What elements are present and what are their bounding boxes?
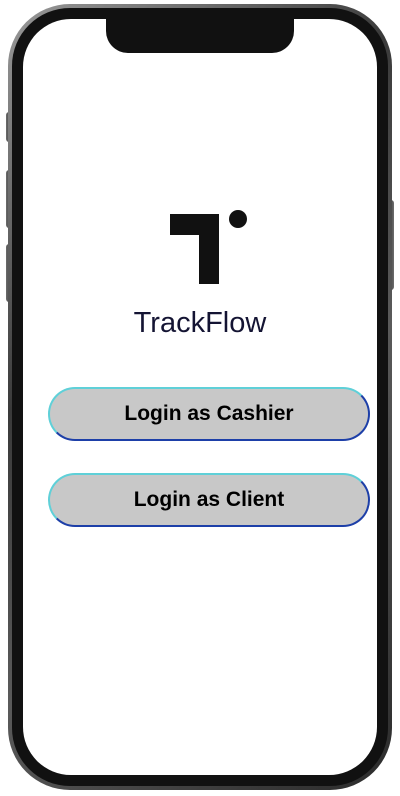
phone-frame: TrackFlow Login as Cashier Login as Clie… [8, 4, 392, 790]
trackflow-logo-icon [170, 210, 247, 284]
app-name: TrackFlow [133, 307, 267, 339]
login-as-cashier-button[interactable]: Login as Cashier [48, 387, 370, 441]
phone-screen: TrackFlow Login as Cashier Login as Clie… [23, 19, 377, 775]
device-mockup: TrackFlow Login as Cashier Login as Clie… [0, 0, 400, 796]
phone-notch [106, 19, 294, 53]
phone-bezel: TrackFlow Login as Cashier Login as Clie… [12, 8, 388, 786]
login-as-client-button[interactable]: Login as Client [48, 473, 370, 527]
